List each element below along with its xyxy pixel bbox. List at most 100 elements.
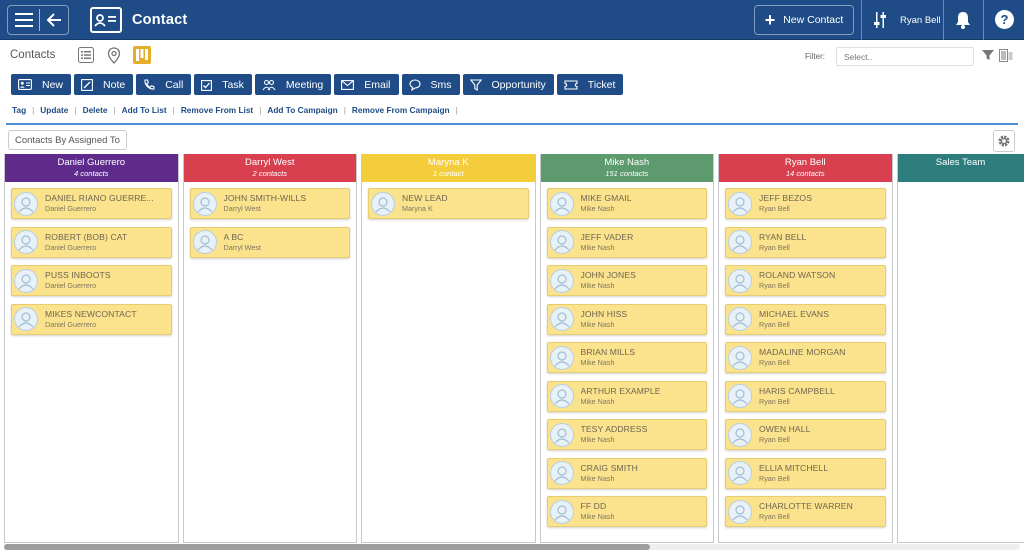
contact-card[interactable]: JOHN SMITH-WILLS Darryl West — [189, 188, 350, 219]
column-header[interactable]: Ryan Bell 14 contacts — [719, 154, 892, 182]
menu-toggle-button[interactable] — [7, 5, 69, 35]
link-remove-from-list[interactable]: Remove From List — [181, 105, 253, 115]
column-header[interactable]: Sales Team — [897, 154, 1024, 182]
contact-card[interactable]: JEFF BEZOS Ryan Bell — [725, 188, 886, 219]
contact-card[interactable]: A BC Darryl West — [189, 226, 350, 258]
horizontal-scrollbar[interactable] — [4, 544, 1020, 550]
contact-board-app: Contact + New Contact Ryan Bell ? Contac… — [0, 0, 1024, 553]
link-delete[interactable]: Delete — [83, 105, 108, 115]
opportunity-button[interactable]: Opportunity — [462, 74, 554, 95]
contact-card[interactable]: DANIEL RIANO GUERRE... Daniel Guerrero — [11, 188, 172, 219]
link-add-to-list[interactable]: Add To List — [122, 105, 167, 115]
avatar-icon — [14, 191, 38, 216]
column-header[interactable]: Daniel Guerrero 4 contacts — [5, 154, 178, 182]
menu-separator — [38, 9, 40, 31]
column-header[interactable]: Mike Nash 151 contacts — [540, 154, 713, 182]
avatar-icon — [728, 345, 752, 370]
link-remove-from-campaign[interactable]: Remove From Campaign — [352, 105, 450, 115]
contact-card[interactable]: TESY ADDRESS Mike Nash — [546, 419, 707, 450]
arrow-left-icon[interactable] — [46, 13, 62, 27]
contact-card[interactable]: ROLAND WATSON Ryan Bell — [725, 265, 886, 296]
board-column: Sales Team — [896, 154, 1024, 543]
email-button[interactable]: Email — [334, 74, 399, 95]
app-title: Contact — [132, 12, 188, 28]
contact-owner: Ryan Bell — [759, 512, 790, 521]
card-text: JOHN HISS Mike Nash — [581, 309, 628, 330]
link-separator: | — [74, 105, 77, 115]
list-view-icon[interactable] — [77, 46, 95, 64]
scrollbar-thumb[interactable] — [4, 544, 650, 550]
contact-card[interactable]: FF DD Mike Nash — [546, 496, 707, 527]
contact-card[interactable]: HARIS CAMPBELL Ryan Bell — [725, 380, 886, 412]
column-count: 2 contacts — [252, 169, 288, 178]
contact-card[interactable]: ROBERT (BOB) CAT Daniel Guerrero — [11, 226, 172, 258]
task-icon — [201, 79, 217, 91]
task-button[interactable]: Task — [194, 74, 252, 95]
funnel-icon[interactable] — [982, 49, 994, 61]
contact-name: NEW LEAD — [402, 193, 448, 203]
contact-card[interactable]: MADALINE MORGAN Ryan Bell — [725, 342, 886, 373]
contact-card[interactable]: MICHAEL EVANS Ryan Bell — [725, 303, 886, 335]
group-by-select[interactable]: Contacts By Assigned To — [8, 130, 127, 150]
contact-card[interactable]: MIKES NEWCONTACT Daniel Guerrero — [11, 303, 172, 335]
contact-card[interactable]: NEW LEAD Maryna K — [368, 188, 529, 219]
ticket-button[interactable]: Ticket — [556, 74, 624, 95]
action-label: Ticket — [587, 78, 616, 91]
contact-owner: Daniel Guerrero — [45, 281, 97, 290]
sms-button[interactable]: Sms — [401, 74, 460, 95]
board-view-icon[interactable] — [133, 46, 151, 64]
contact-card[interactable]: JEFF VADER Mike Nash — [546, 226, 707, 258]
contact-card[interactable]: OWEN HALL Ryan Bell — [725, 419, 886, 450]
card-text: DANIEL RIANO GUERRE... Daniel Guerrero — [45, 193, 154, 214]
contact-owner: Ryan Bell — [759, 435, 790, 444]
contact-card[interactable]: RYAN BELL Ryan Bell — [725, 226, 886, 258]
new-button[interactable]: New — [11, 74, 72, 95]
link-tag[interactable]: Tag — [12, 105, 26, 115]
filter-select[interactable]: Select.. — [836, 47, 974, 66]
card-text: JOHN SMITH-WILLS Darryl West — [224, 193, 307, 214]
meeting-icon — [262, 79, 281, 91]
map-pin-icon[interactable] — [105, 46, 123, 64]
user-menu[interactable]: Ryan Bell — [862, 0, 942, 40]
avatar-icon — [549, 499, 574, 524]
contact-name: MICHAEL EVANS — [759, 308, 830, 319]
contact-owner: Ryan Bell — [759, 319, 790, 329]
link-update[interactable]: Update — [40, 105, 68, 115]
contact-card[interactable]: PUSS INBOOTS Daniel Guerrero — [11, 265, 172, 296]
app-title-area: Contact — [90, 6, 187, 34]
contact-card[interactable]: JOHN HISS Mike Nash — [546, 303, 707, 335]
contact-owner: Mike Nash — [580, 204, 615, 213]
card-list: MIKE GMAIL Mike Nash JEFF VADER Mike Nash JO… — [541, 182, 714, 527]
avatar-icon — [728, 461, 752, 485]
note-button[interactable]: Note — [74, 74, 134, 95]
contact-card[interactable]: JOHN JONES Mike Nash — [546, 265, 707, 296]
column-header[interactable]: Maryna K1 contact — [362, 154, 535, 182]
contact-card[interactable]: BRIAN MILLS Mike Nash — [546, 342, 707, 373]
contact-name: DANIEL RIANO GUERRE... — [45, 193, 154, 203]
board-settings-button[interactable] — [993, 130, 1015, 152]
contact-card[interactable]: ARTHUR EXAMPLE Mike Nash — [546, 380, 707, 412]
card-text: A BC Darryl West — [224, 232, 261, 253]
call-button[interactable]: Call — [136, 74, 192, 95]
contact-card[interactable]: ELLIA MITCHELL Ryan Bell — [725, 457, 886, 489]
clear-filter-icon[interactable] — [999, 49, 1013, 62]
avatar-icon — [728, 384, 752, 408]
contact-card[interactable]: MIKE GMAIL Mike Nash — [546, 188, 707, 219]
card-text: PUSS INBOOTS Daniel Guerrero — [45, 270, 111, 291]
meeting-button[interactable]: Meeting — [254, 74, 332, 95]
column-count: 1 contact — [432, 169, 464, 178]
help-icon[interactable]: ? — [995, 10, 1014, 29]
topbar-divider — [943, 0, 944, 40]
action-toolbar: New Note Call Task Meeting Email Sms Opportunit… — [11, 74, 624, 95]
card-text: MADALINE MORGAN Ryan Bell — [759, 347, 846, 368]
user-name: Ryan Bell — [900, 14, 941, 26]
contact-owner: Mike Nash — [580, 512, 615, 521]
link-add-to-campaign[interactable]: Add To Campaign — [267, 105, 337, 115]
column-header[interactable]: Darryl West 2 contacts — [183, 154, 356, 182]
card-text: NEW LEAD Maryna K — [402, 193, 448, 214]
bell-icon[interactable] — [955, 11, 971, 29]
contact-card[interactable]: CRAIG SMITH Mike Nash — [546, 457, 707, 489]
contacts-label: Contacts — [10, 49, 56, 61]
new-contact-button[interactable]: + New Contact — [754, 5, 854, 35]
contact-card[interactable]: CHARLOTTE WARREN Ryan Bell — [725, 496, 886, 527]
